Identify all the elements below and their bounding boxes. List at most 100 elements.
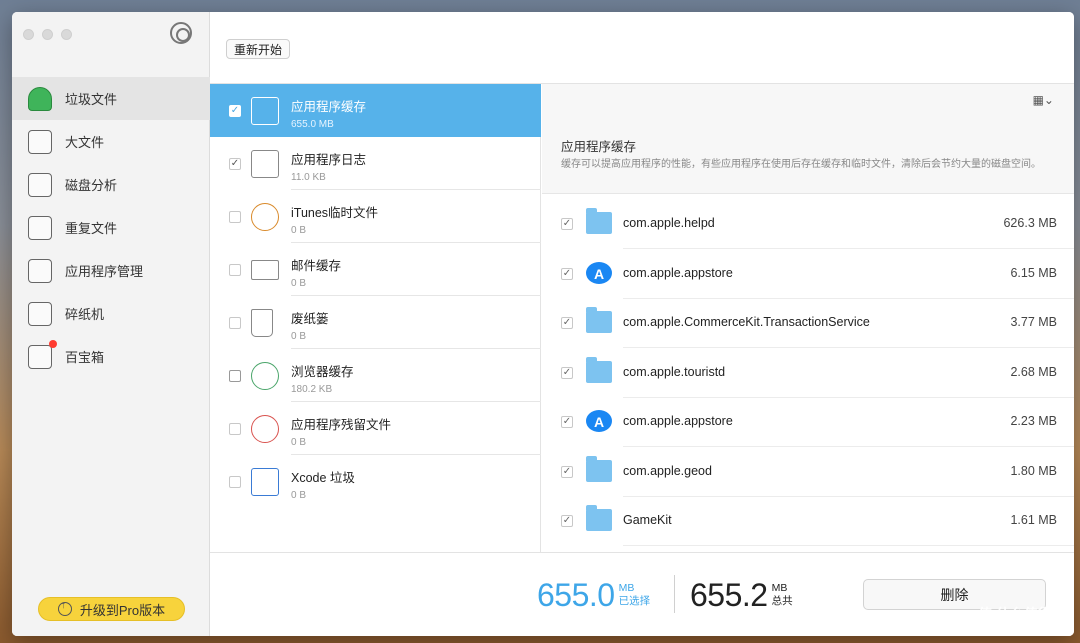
summary-divider xyxy=(674,575,675,613)
sidebar: 垃圾文件 大文件 磁盘分析 重复文件 应用程序管理 碎纸机 百宝箱 ↑ 升级到P… xyxy=(12,12,210,636)
sidebar-item-disk-analysis[interactable]: 磁盘分析 xyxy=(12,163,210,206)
category-row[interactable]: ✓ 应用程序日志 11.0 KB xyxy=(210,137,541,190)
sidebar-item-label: 磁盘分析 xyxy=(65,178,118,193)
window-controls xyxy=(23,29,72,40)
category-checkbox[interactable] xyxy=(229,475,241,488)
sidebar-item-duplicates[interactable]: 重复文件 xyxy=(12,206,210,249)
category-size: 0 B xyxy=(291,490,307,501)
file-name: com.apple.CommerceKit.TransactionService xyxy=(623,315,870,329)
file-row[interactable]: ✓ A com.apple.appstore 2.23 MB xyxy=(542,397,1074,447)
zoom-window-button[interactable] xyxy=(61,29,72,40)
app-store-icon: A xyxy=(586,410,612,432)
folder-icon xyxy=(586,208,612,234)
category-size: 180.2 KB xyxy=(291,384,333,395)
sidebar-item-label: 重复文件 xyxy=(65,221,118,236)
upgrade-arrow-icon xyxy=(57,600,72,616)
file-name: GameKit xyxy=(623,513,672,527)
file-size: 3.77 MB xyxy=(1010,315,1057,329)
folder-icon xyxy=(586,357,612,383)
category-name: 浏览器缓存 xyxy=(291,365,354,379)
file-row[interactable]: ✓ com.apple.helpd 626.3 MB xyxy=(542,199,1074,249)
sidebar-item-label: 大文件 xyxy=(65,135,105,150)
minimize-window-button[interactable] xyxy=(42,29,53,40)
category-checkbox[interactable]: ✓ xyxy=(229,104,241,117)
selected-label: 已选择 xyxy=(618,595,651,607)
close-window-button[interactable] xyxy=(23,29,34,40)
category-checkbox[interactable] xyxy=(229,263,241,276)
file-row[interactable]: ✓ com.apple.geod 1.80 MB xyxy=(542,447,1074,497)
category-list: ✓ 应用程序缓存 655.0 MB ✓ 应用程序日志 11.0 KB iTunes临… xyxy=(210,84,541,552)
support-icon[interactable] xyxy=(170,22,192,44)
total-unit: MB xyxy=(771,582,788,594)
category-name: iTunes临时文件 xyxy=(291,206,379,220)
category-row[interactable]: 邮件缓存 0 B xyxy=(210,243,541,296)
category-checkbox[interactable]: ✓ xyxy=(229,157,241,170)
file-row[interactable]: ✓ com.apple.CommerceKit.TransactionServi… xyxy=(542,298,1074,348)
notification-badge xyxy=(49,339,57,348)
summary-bar: 655.0 MB 已选择 655.2 MB 总共 删除 xyxy=(210,552,1074,636)
selected-unit: MB xyxy=(618,582,635,594)
category-size: 655.0 MB xyxy=(291,119,334,130)
total-stat: 655.2 MB 总共 xyxy=(690,578,793,612)
app-cache-icon xyxy=(251,96,279,125)
category-row[interactable]: 应用程序残留文件 0 B xyxy=(210,402,541,455)
mail-icon xyxy=(251,259,279,280)
file-size: 626.3 MB xyxy=(1003,216,1057,230)
category-size: 0 B xyxy=(291,278,307,289)
file-name: com.apple.helpd xyxy=(623,216,715,230)
category-name: 应用程序日志 xyxy=(291,153,367,167)
category-row[interactable]: 废纸篓 0 B xyxy=(210,296,541,349)
file-size: 1.80 MB xyxy=(1010,464,1057,478)
sidebar-item-toolbox[interactable]: 百宝箱 xyxy=(12,335,210,378)
app-store-icon: A xyxy=(586,262,612,284)
file-row[interactable]: ✓ A com.apple.appstore 6.15 MB xyxy=(542,249,1074,299)
folder-icon xyxy=(586,307,612,333)
category-checkbox[interactable] xyxy=(229,422,241,435)
restart-button[interactable]: 重新开始 xyxy=(226,39,291,59)
app-window: 垃圾文件 大文件 磁盘分析 重复文件 应用程序管理 碎纸机 百宝箱 ↑ 升级到P… xyxy=(12,12,1074,636)
category-row[interactable]: Xcode 垃圾 0 B xyxy=(210,455,541,508)
file-size: 6.15 MB xyxy=(1010,266,1057,280)
log-icon xyxy=(251,149,279,178)
category-row[interactable]: iTunes临时文件 0 B xyxy=(210,190,541,243)
category-row[interactable]: ✓ 应用程序缓存 655.0 MB xyxy=(210,84,541,137)
category-row[interactable]: 浏览器缓存 180.2 KB xyxy=(210,349,541,402)
sidebar-item-app-manager[interactable]: 应用程序管理 xyxy=(12,249,210,292)
file-checkbox[interactable]: ✓ xyxy=(561,268,573,280)
sidebar-item-shredder[interactable]: 碎纸机 xyxy=(12,292,210,335)
file-checkbox[interactable]: ✓ xyxy=(561,367,573,379)
file-checkbox[interactable]: ✓ xyxy=(561,317,573,329)
file-checkbox[interactable]: ✓ xyxy=(561,416,573,428)
itunes-icon xyxy=(251,202,279,231)
file-name: com.apple.appstore xyxy=(623,414,733,428)
total-label: 总共 xyxy=(771,595,793,607)
folder-icon xyxy=(586,456,612,482)
category-name: 废纸篓 xyxy=(291,312,329,326)
category-size: 11.0 KB xyxy=(291,172,326,183)
grid-view-icon[interactable]: ▦⌄ xyxy=(1033,93,1054,107)
category-size: 0 B xyxy=(291,331,307,342)
file-checkbox[interactable]: ✓ xyxy=(561,466,573,478)
file-size: 1.61 MB xyxy=(1010,513,1057,527)
upgrade-pro-button[interactable]: 升级到Pro版本 xyxy=(38,597,185,621)
file-row[interactable]: ✓ GameKit 1.61 MB xyxy=(542,496,1074,546)
upgrade-label: 升级到Pro版本 xyxy=(79,602,166,618)
file-row[interactable]: ✓ com.apple.touristd 2.68 MB xyxy=(542,348,1074,398)
category-size: 0 B xyxy=(291,437,307,448)
detail-title: 应用程序缓存 xyxy=(561,140,637,154)
leftover-icon xyxy=(251,414,279,443)
detail-header: ▦⌄ 应用程序缓存 缓存可以提高应用程序的性能，有些应用程序在使用后存在缓存和临… xyxy=(542,84,1074,194)
apps-icon xyxy=(28,258,52,283)
toolbox-icon xyxy=(28,339,57,369)
file-checkbox[interactable]: ✓ xyxy=(561,515,573,527)
disk-icon xyxy=(28,172,52,197)
file-size: 2.23 MB xyxy=(1010,414,1057,428)
detail-pane: ▦⌄ 应用程序缓存 缓存可以提高应用程序的性能，有些应用程序在使用后存在缓存和临… xyxy=(542,84,1074,552)
sidebar-item-large-files[interactable]: 大文件 xyxy=(12,120,210,163)
category-checkbox[interactable] xyxy=(229,316,241,329)
sidebar-item-junk-files[interactable]: 垃圾文件 xyxy=(12,77,210,120)
watermark: 值 什么值得买 xyxy=(978,606,1066,622)
category-checkbox[interactable] xyxy=(229,369,241,382)
file-checkbox[interactable]: ✓ xyxy=(561,218,573,230)
category-checkbox[interactable] xyxy=(229,210,241,223)
